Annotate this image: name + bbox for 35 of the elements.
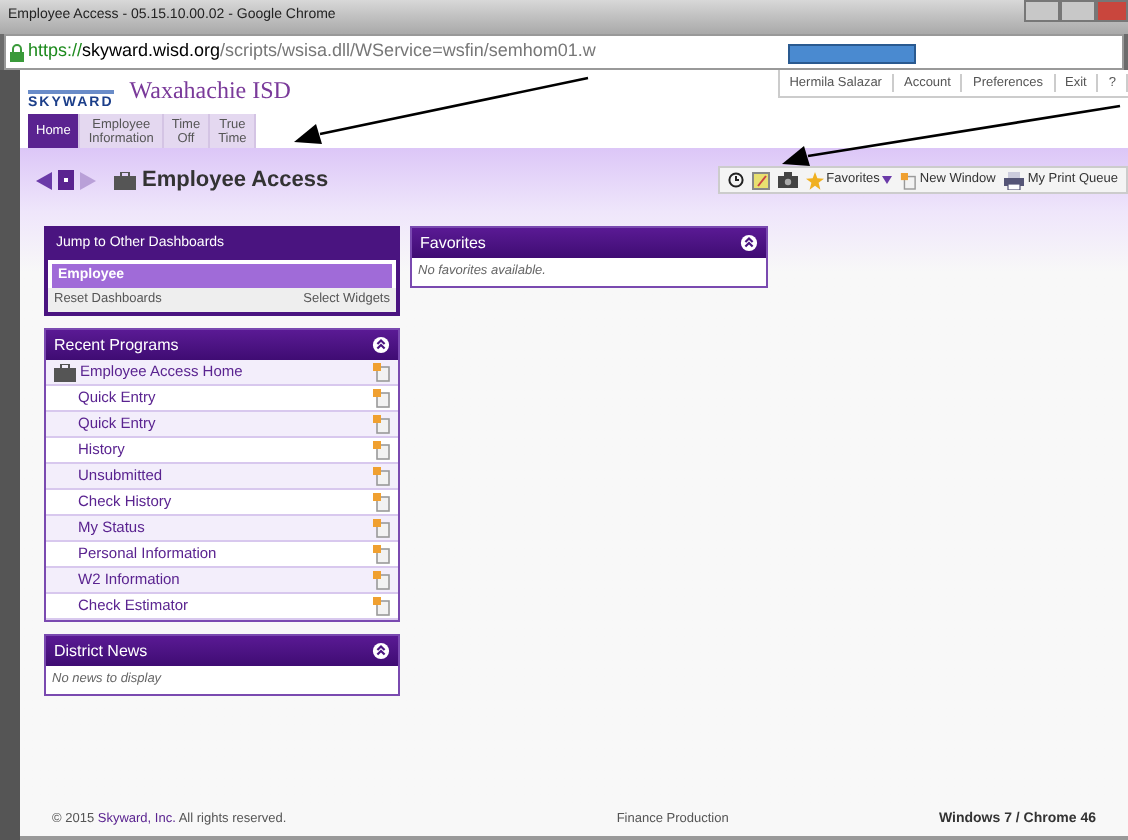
new-window-icon: [899, 171, 916, 189]
maximize-button[interactable]: [1060, 0, 1096, 22]
camera-icon[interactable]: [778, 172, 799, 188]
collapse-icon[interactable]: [372, 336, 390, 354]
redaction-bar: [788, 44, 916, 64]
briefcase-icon: [114, 171, 136, 189]
star-icon: [806, 171, 825, 189]
panel-title: Recent Programs: [54, 333, 179, 357]
page-title: Employee Access: [142, 165, 329, 196]
back-arrow-icon[interactable]: [36, 171, 52, 189]
address-bar[interactable]: https://skyward.wisd.org/scripts/wsisa.dll/WService=wsfin/semhom01.w: [4, 34, 1124, 70]
open-window-icon[interactable]: [372, 362, 390, 382]
open-window-icon[interactable]: [372, 440, 390, 460]
open-window-icon[interactable]: [372, 466, 390, 486]
lock-icon: [10, 43, 24, 61]
caret-icon: [881, 176, 892, 184]
notepad-icon[interactable]: [752, 171, 771, 189]
open-window-icon[interactable]: [372, 414, 390, 434]
open-window-icon[interactable]: [372, 518, 390, 538]
url-text: https://skyward.wisd.org/scripts/wsisa.dll/WService=wsfin/semhom01.w: [28, 38, 596, 65]
collapse-icon[interactable]: [740, 234, 758, 252]
collapse-icon[interactable]: [372, 642, 390, 660]
page-icon[interactable]: [58, 170, 74, 190]
briefcase-icon: [54, 363, 76, 381]
open-window-icon[interactable]: [372, 388, 390, 408]
minimize-button[interactable]: [1024, 0, 1060, 22]
printer-icon: [1003, 171, 1024, 189]
panel-title: Favorites: [420, 231, 486, 255]
panel-title: District News: [54, 639, 148, 663]
clock-icon[interactable]: [728, 172, 745, 188]
open-window-icon[interactable]: [372, 596, 390, 616]
open-window-icon[interactable]: [372, 492, 390, 512]
open-window-icon[interactable]: [372, 544, 390, 564]
district-name: Waxahachie ISD: [129, 74, 291, 108]
open-window-icon[interactable]: [372, 570, 390, 590]
